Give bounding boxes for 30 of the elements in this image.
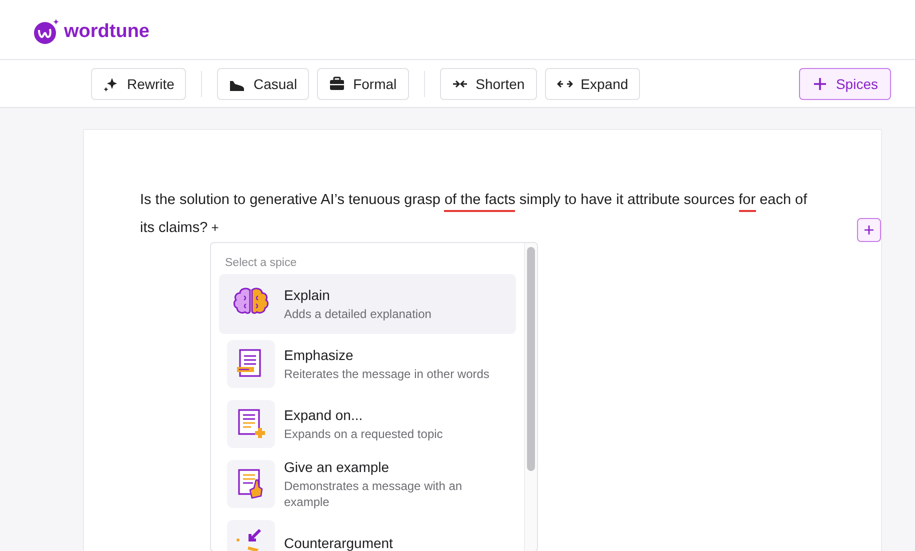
option-title: Expand on... [284, 406, 364, 422]
spice-option[interactable]: Emphasize Reiterates the message in other words [219, 334, 516, 394]
option-description: Expands on a requested topic [284, 426, 443, 442]
toolbar-button[interactable]: Casual [217, 68, 310, 100]
spice-option[interactable]: Expand on... Expands on a requested topic [219, 394, 516, 454]
option-title: Counterargument [284, 534, 393, 550]
toolbar-button[interactable]: Spices [798, 68, 891, 100]
option-description: Adds a detailed explanation [284, 306, 432, 322]
option-description: Reiterates the message in other words [284, 366, 490, 382]
toolbar-button[interactable]: Expand [544, 68, 640, 100]
plus-icon [863, 224, 875, 236]
brand-name: wordtune [64, 20, 150, 42]
briefcase-icon [329, 76, 346, 92]
sparkles-icon [103, 76, 119, 92]
add-spice-button[interactable] [857, 218, 881, 242]
option-title: Give an example [284, 458, 390, 474]
toolbar-button[interactable]: Shorten [440, 68, 537, 100]
scrollbar[interactable] [524, 243, 537, 551]
plus-icon [812, 76, 828, 92]
spice-option[interactable]: Counterargument [219, 514, 516, 551]
logo-icon [32, 18, 60, 45]
editor-paragraph[interactable]: Is the solution to generative AI’s tenuous grasp of the facts simply to have it attribute sources for each of its claims? + [140, 186, 819, 242]
option-title: Explain [284, 286, 331, 302]
option-description: Demonstrates a message with an example [284, 478, 464, 510]
toolbar-button[interactable]: Rewrite [91, 68, 186, 100]
spice-option[interactable]: Explain Adds a detailed explanation [219, 274, 516, 334]
menu-heading: Select a spice [224, 257, 298, 269]
toolbar-button[interactable]: Formal [317, 68, 409, 100]
option-title: Emphasize [284, 346, 354, 362]
spice-option[interactable]: Give an example Demonstrates a message with an example [219, 454, 516, 514]
